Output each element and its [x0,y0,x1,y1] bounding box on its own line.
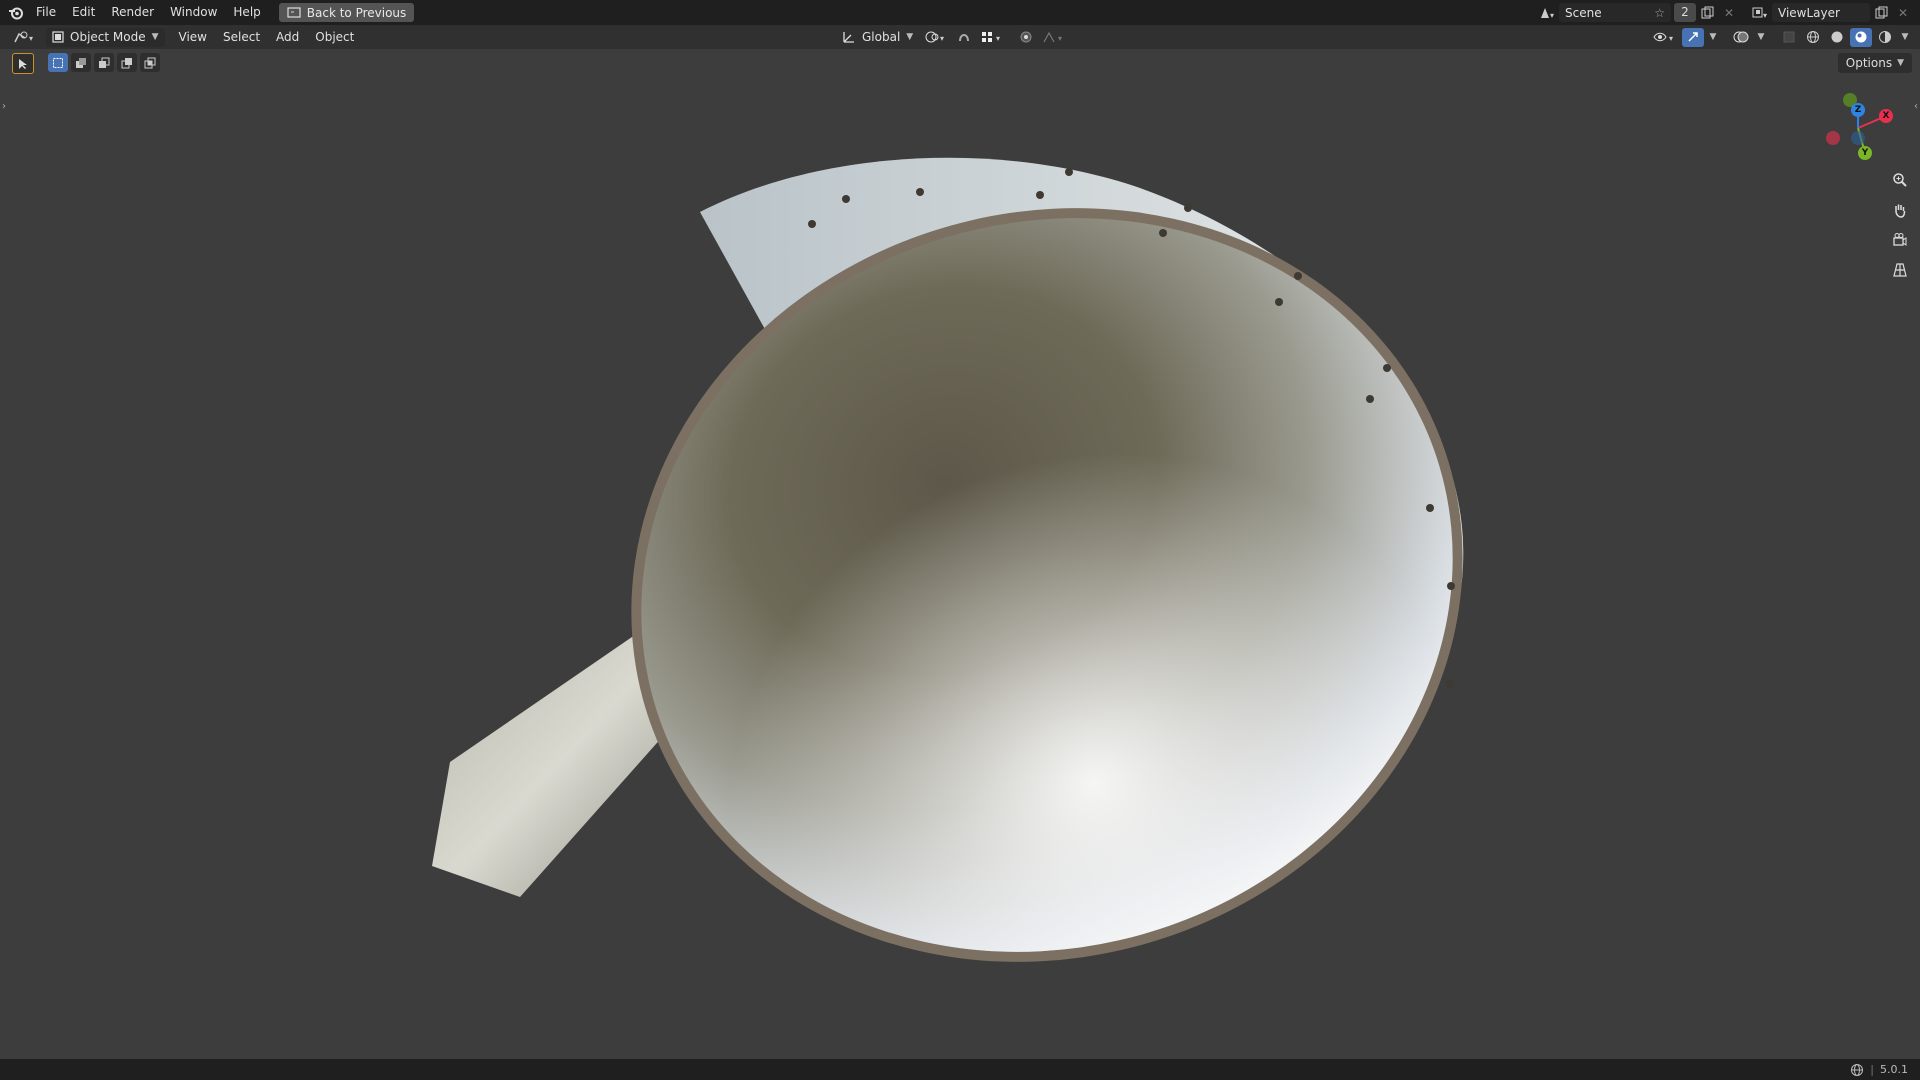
tool-spacer [37,53,45,74]
svg-text:▾: ▾ [1058,34,1062,43]
blender-logo-icon[interactable] [8,5,24,21]
navigation-gizmo[interactable]: X Y Z [1818,86,1898,166]
rendered-shading-icon[interactable] [1874,28,1896,47]
perspective-toggle-icon[interactable] [1888,258,1912,282]
menu-object[interactable]: Object [307,25,362,49]
snap-target-icon[interactable]: ▾ [977,28,1007,47]
menu-window[interactable]: Window [162,0,225,25]
tool-settings-row [12,53,160,74]
scene-name-field[interactable]: Scene ☆ [1559,3,1671,22]
scene-users-count: 2 [1674,3,1696,22]
shading-dropdown-icon[interactable]: ▼ [1898,28,1912,47]
mode-label: Object Mode [70,30,146,44]
screen-icon [287,6,301,19]
3d-viewport[interactable]: Options ▼ › ‹ X Y Z [0,49,1920,1059]
status-bar: | 5.0.1 [0,1059,1920,1080]
svg-text:▾: ▾ [1550,11,1554,20]
y-axis-icon[interactable]: Y [1858,146,1872,160]
visibility-eye-icon[interactable]: ▾ [1650,28,1680,47]
svg-text:▾: ▾ [29,34,33,43]
overlays-dropdown-icon[interactable]: ▼ [1754,28,1768,47]
svg-text:▾: ▾ [940,34,944,43]
extend-selection-icon[interactable] [71,53,91,72]
options-label: Options [1845,56,1893,70]
proportional-editing-icon[interactable] [1015,28,1037,47]
menu-help[interactable]: Help [225,0,268,25]
overlays-toggle-icon[interactable] [1730,28,1752,47]
delete-scene-icon[interactable]: ✕ [1718,3,1740,22]
orientation-label: Global [862,30,901,44]
view-layer-field[interactable]: ViewLayer [1772,3,1870,22]
back-to-previous-label: Back to Previous [306,5,407,20]
top-bar: File Edit Render Window Help Back to Pre… [0,0,1920,25]
x-axis-icon[interactable]: X [1879,109,1893,123]
select-box-mode-icon[interactable] [48,53,68,72]
chevron-down-icon: ▼ [1897,58,1904,68]
select-tool-icon[interactable] [12,53,34,74]
orientation-axes-icon [842,30,856,44]
mode-dropdown[interactable]: Object Mode ▼ [46,27,165,47]
gizmo-toggle-icon[interactable] [1682,27,1704,47]
back-to-previous-button[interactable]: Back to Previous [278,3,415,22]
camera-view-icon[interactable] [1888,228,1912,252]
new-view-layer-icon[interactable] [1870,3,1892,22]
scene-browse-icon[interactable]: ▾ [1537,3,1559,22]
menu-file[interactable]: File [28,0,64,25]
scene-render [432,157,1464,962]
svg-text:▾: ▾ [1763,11,1767,20]
chevron-down-icon: ▼ [151,32,159,42]
chevron-down-icon: ▼ [906,32,914,42]
menu-view[interactable]: View [171,25,215,49]
object-mode-icon [52,31,64,43]
material-preview-shading-icon[interactable] [1850,27,1872,47]
network-globe-icon[interactable] [1850,1063,1864,1077]
invert-selection-icon[interactable] [117,53,137,72]
pivot-point-icon[interactable]: ▾ [921,28,951,47]
wireframe-shading-icon[interactable] [1802,28,1824,47]
version-label: 5.0.1 [1880,1063,1908,1076]
svg-text:▾: ▾ [1669,34,1673,43]
viewport-header: ▾ Object Mode ▼ View Select Add Object G… [0,25,1920,49]
view-layer-browse-icon[interactable]: ▾ [1750,3,1772,22]
transform-orientation-dropdown[interactable]: Global ▼ [836,28,919,47]
right-sidebar-toggle-icon[interactable]: ‹ [1914,101,1918,112]
falloff-curve-icon[interactable]: ▾ [1039,28,1069,47]
subtract-selection-icon[interactable] [94,53,114,72]
status-divider: | [1870,1063,1874,1076]
svg-text:▾: ▾ [996,34,1000,43]
new-scene-icon[interactable] [1696,3,1718,22]
menu-edit[interactable]: Edit [64,0,103,25]
menu-add[interactable]: Add [268,25,307,49]
intersect-selection-icon[interactable] [140,53,160,72]
delete-view-layer-icon[interactable]: ✕ [1892,3,1914,22]
scene-name-label: Scene [1565,5,1602,20]
gizmo-dropdown-icon[interactable]: ▼ [1706,28,1720,47]
zoom-icon[interactable] [1888,168,1912,192]
menu-render[interactable]: Render [103,0,162,25]
editor-type-icon[interactable]: ▾ [10,28,40,47]
view-layer-label: ViewLayer [1778,5,1840,20]
pin-icon[interactable]: ☆ [1654,6,1665,20]
options-dropdown[interactable]: Options ▼ [1837,53,1912,73]
solid-shading-icon[interactable] [1826,28,1848,47]
xray-toggle-icon[interactable] [1778,28,1800,47]
left-sidebar-toggle-icon[interactable]: › [2,101,6,112]
snap-toggle-icon[interactable] [953,28,975,47]
pan-hand-icon[interactable] [1888,198,1912,222]
menu-select[interactable]: Select [215,25,268,49]
z-axis-icon[interactable]: Z [1851,103,1865,117]
